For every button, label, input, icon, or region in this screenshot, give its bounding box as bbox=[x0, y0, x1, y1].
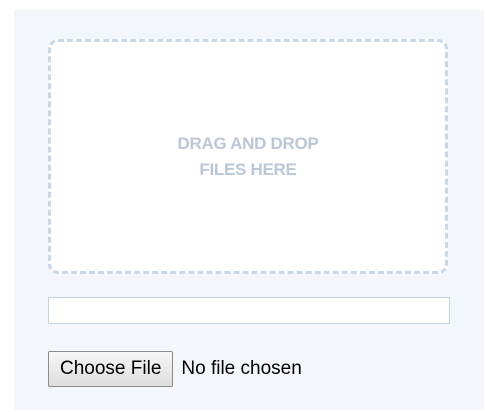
drop-zone[interactable]: DRAG AND DROP FILES HERE bbox=[48, 39, 448, 274]
upload-progress-bar bbox=[48, 297, 450, 324]
choose-file-button[interactable]: Choose File bbox=[48, 351, 174, 387]
drop-zone-text: DRAG AND DROP FILES HERE bbox=[178, 131, 319, 183]
file-status-text: No file chosen bbox=[181, 358, 302, 379]
file-input: Choose File No file chosen bbox=[48, 351, 302, 387]
drop-zone-line-2: FILES HERE bbox=[199, 159, 297, 179]
upload-panel: DRAG AND DROP FILES HERE Choose File No … bbox=[14, 10, 484, 410]
drop-zone-line-1: DRAG AND DROP bbox=[177, 133, 319, 153]
